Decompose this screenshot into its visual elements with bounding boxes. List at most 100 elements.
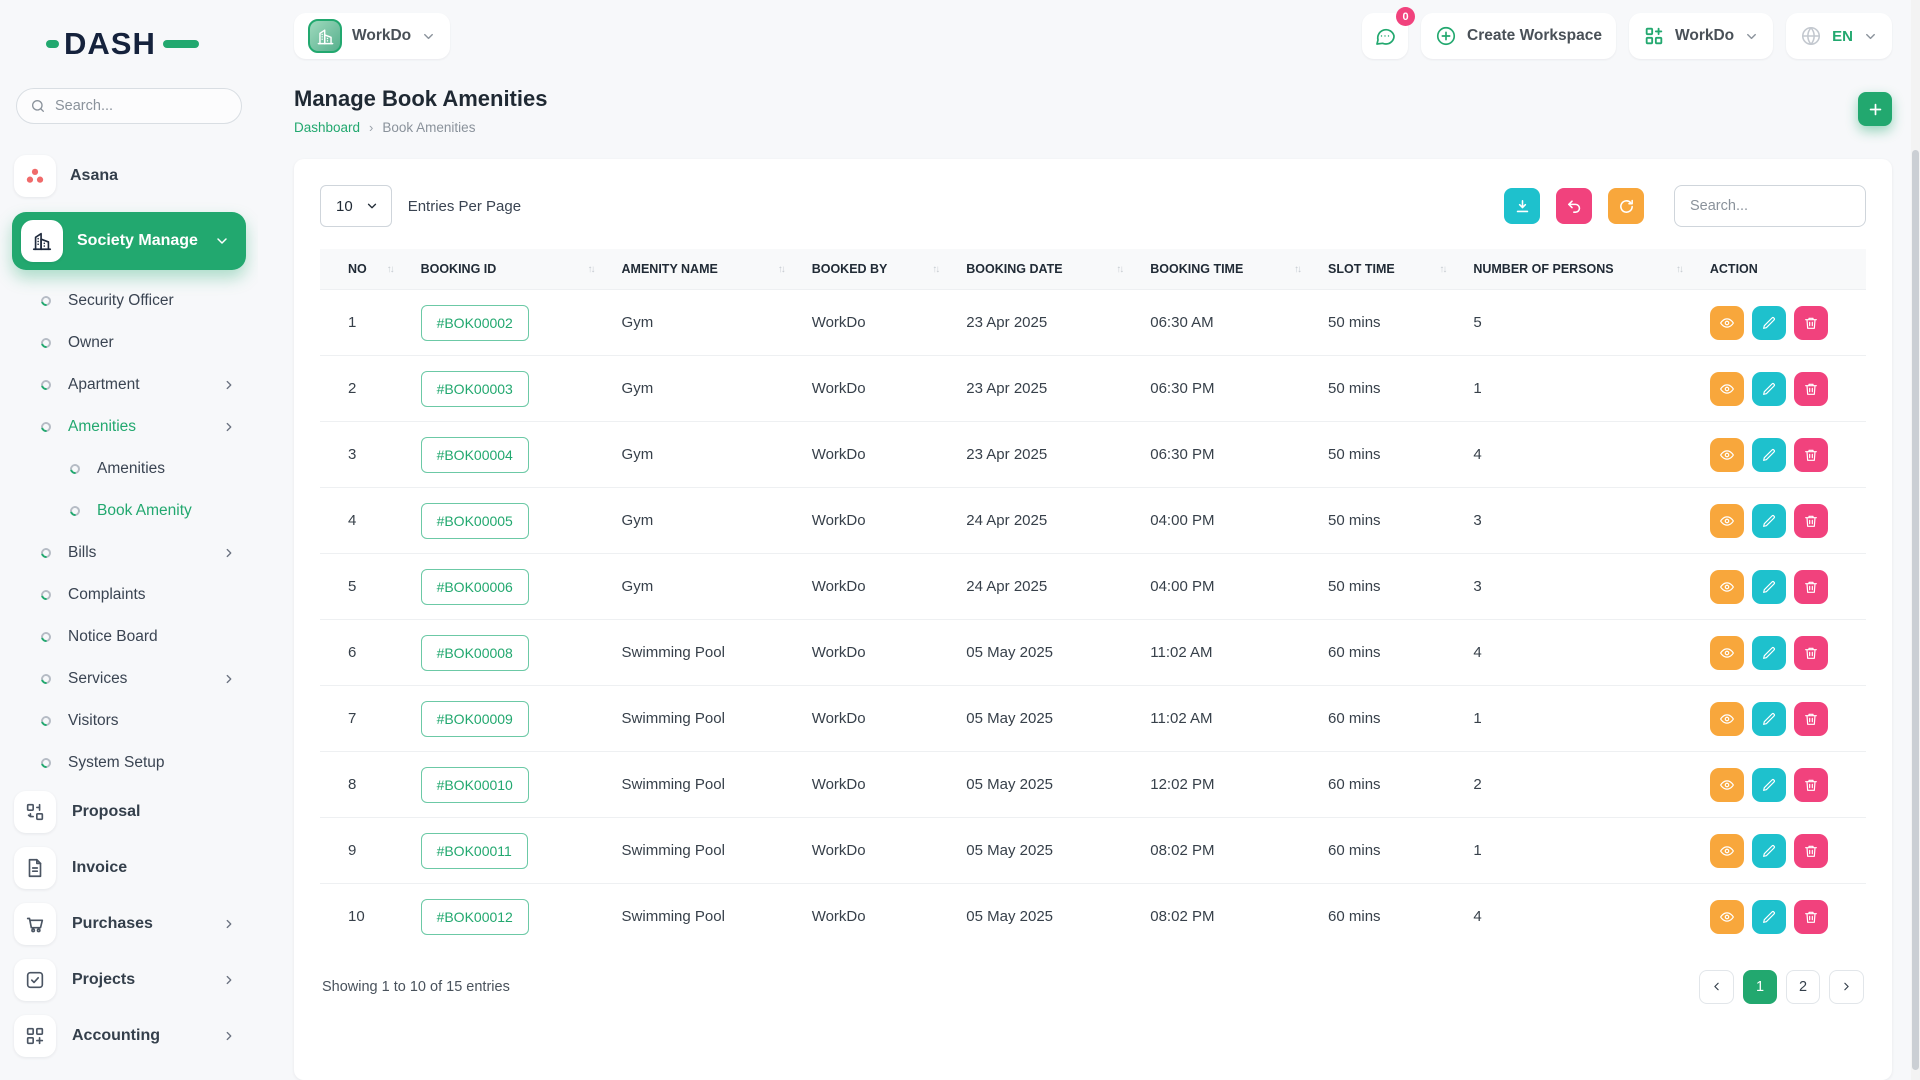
sidebar-search[interactable] xyxy=(16,88,242,124)
workspace-item-society-manage[interactable]: Society Manage xyxy=(12,212,246,270)
pagination-page-1[interactable]: 1 xyxy=(1743,969,1777,1004)
delete-button[interactable] xyxy=(1793,569,1828,604)
sidebar-item-amenities-sub[interactable]: Amenities xyxy=(0,448,258,490)
delete-button[interactable] xyxy=(1793,371,1828,406)
sidebar-item-services[interactable]: Services xyxy=(0,658,258,700)
pagination-next-button[interactable] xyxy=(1829,969,1864,1004)
column-header-no[interactable]: NO ↑↓ xyxy=(320,249,407,290)
view-button[interactable] xyxy=(1709,767,1744,802)
scrollbar-thumb[interactable] xyxy=(1912,150,1919,1070)
sidebar-item-owner[interactable]: Owner xyxy=(0,322,258,364)
edit-button[interactable] xyxy=(1751,437,1786,472)
view-button[interactable] xyxy=(1709,635,1744,670)
sidebar-search-input[interactable] xyxy=(55,98,228,114)
pagination-prev-button[interactable] xyxy=(1699,969,1734,1004)
pagination-page-2[interactable]: 2 xyxy=(1786,969,1820,1004)
breadcrumb-dashboard-link[interactable]: Dashboard xyxy=(294,120,360,135)
column-header-booked-by[interactable]: BOOKED BY ↑↓ xyxy=(797,249,953,290)
page-scrollbar[interactable] xyxy=(1911,0,1920,1080)
sidebar-item-invoice[interactable]: Invoice xyxy=(0,840,258,896)
delete-button[interactable] xyxy=(1793,437,1828,472)
chevron-down-icon xyxy=(421,29,436,44)
sidebar-item-purchases[interactable]: Purchases xyxy=(0,896,258,952)
delete-button[interactable] xyxy=(1793,503,1828,538)
cell-no: 5 xyxy=(320,553,407,620)
language-selector[interactable]: EN xyxy=(1786,13,1892,59)
cell-no: 4 xyxy=(320,487,407,554)
sidebar-item-apartment[interactable]: Apartment xyxy=(0,364,258,406)
page-title: Manage Book Amenities xyxy=(294,86,548,111)
sidebar-item-projects[interactable]: Projects xyxy=(0,952,258,1008)
sidebar-item-bills[interactable]: Bills xyxy=(0,532,258,574)
view-button[interactable] xyxy=(1709,569,1744,604)
edit-button[interactable] xyxy=(1751,833,1786,868)
table-header-row: NO ↑↓ BOOKING ID ↑↓ AMENITY NAME ↑↓ BOOKED BY ↑… xyxy=(320,249,1866,290)
edit-button[interactable] xyxy=(1751,767,1786,802)
sidebar-item-accounting[interactable]: Accounting xyxy=(0,1008,258,1064)
sort-icon[interactable]: ↑↓ xyxy=(932,264,940,275)
view-button[interactable] xyxy=(1709,305,1744,340)
sort-icon[interactable]: ↑↓ xyxy=(778,264,786,275)
workspace-item-asana[interactable]: Asana xyxy=(0,148,258,204)
column-header-booking-id[interactable]: BOOKING ID ↑↓ xyxy=(406,249,608,290)
delete-button[interactable] xyxy=(1793,767,1828,802)
sidebar-item-security-officer[interactable]: Security Officer xyxy=(0,280,258,322)
sort-icon[interactable]: ↑↓ xyxy=(1116,264,1124,275)
column-header-action[interactable]: ACTION xyxy=(1695,249,1866,290)
table-row: 1 #BOK00002 Gym WorkDo 23 Apr 2025 06:30 AM 50… xyxy=(320,289,1866,356)
edit-button[interactable] xyxy=(1751,503,1786,538)
column-header-slot-time[interactable]: SLOT TIME ↑↓ xyxy=(1314,249,1460,290)
pagination: 12 xyxy=(1699,969,1864,1004)
add-booking-button[interactable] xyxy=(1858,92,1892,126)
workdo-menu-button[interactable]: WorkDo xyxy=(1629,13,1774,59)
edit-button[interactable] xyxy=(1751,371,1786,406)
view-button[interactable] xyxy=(1709,503,1744,538)
create-workspace-button[interactable]: Create Workspace xyxy=(1421,13,1617,59)
app-logo[interactable]: DASH xyxy=(0,16,258,74)
sidebar-item-notice-board[interactable]: Notice Board xyxy=(0,616,258,658)
sort-icon[interactable]: ↑↓ xyxy=(1676,264,1684,275)
edit-button[interactable] xyxy=(1751,899,1786,934)
view-button[interactable] xyxy=(1709,371,1744,406)
sidebar-item-visitors[interactable]: Visitors xyxy=(0,700,258,742)
sort-icon[interactable]: ↑↓ xyxy=(1294,264,1302,275)
refresh-button[interactable] xyxy=(1608,188,1644,224)
column-header-number-of-persons[interactable]: NUMBER OF PERSONS ↑↓ xyxy=(1459,249,1696,290)
sort-icon[interactable]: ↑↓ xyxy=(387,264,395,275)
edit-button[interactable] xyxy=(1751,635,1786,670)
reset-undo-button[interactable] xyxy=(1556,188,1592,224)
sidebar-item-amenities[interactable]: Amenities xyxy=(0,406,258,448)
view-button[interactable] xyxy=(1709,437,1744,472)
edit-button[interactable] xyxy=(1751,569,1786,604)
delete-button[interactable] xyxy=(1793,635,1828,670)
delete-button[interactable] xyxy=(1793,701,1828,736)
workspace-switcher[interactable]: WorkDo xyxy=(294,13,451,59)
delete-button[interactable] xyxy=(1793,899,1828,934)
view-button[interactable] xyxy=(1709,701,1744,736)
sort-icon[interactable]: ↑↓ xyxy=(588,264,596,275)
column-header-booking-date[interactable]: BOOKING DATE ↑↓ xyxy=(952,249,1137,290)
sidebar-item-book-amenity-sub[interactable]: Book Amenity xyxy=(0,490,258,532)
delete-button[interactable] xyxy=(1793,833,1828,868)
entries-per-page-select[interactable]: 10 xyxy=(320,185,392,227)
column-header-label: BOOKING TIME xyxy=(1150,262,1244,276)
messages-button[interactable]: 0 xyxy=(1362,7,1416,59)
edit-button[interactable] xyxy=(1751,701,1786,736)
column-header-amenity-name[interactable]: AMENITY NAME ↑↓ xyxy=(607,249,798,290)
sort-icon[interactable]: ↑↓ xyxy=(1439,264,1447,275)
cell-no: 2 xyxy=(320,355,407,422)
edit-button[interactable] xyxy=(1751,305,1786,340)
booking-id-badge: #BOK00008 xyxy=(420,634,529,671)
column-header-booking-time[interactable]: BOOKING TIME ↑↓ xyxy=(1136,249,1315,290)
view-button[interactable] xyxy=(1709,899,1744,934)
cell-number-of-persons: 3 xyxy=(1459,553,1696,620)
export-download-button[interactable] xyxy=(1504,188,1540,224)
sidebar-item-system-setup[interactable]: System Setup xyxy=(0,742,258,784)
view-button[interactable] xyxy=(1709,833,1744,868)
booking-id-badge: #BOK00012 xyxy=(420,898,529,935)
cell-no: 9 xyxy=(320,817,407,884)
delete-button[interactable] xyxy=(1793,305,1828,340)
sidebar-item-proposal[interactable]: Proposal xyxy=(0,784,258,840)
sidebar-item-complaints[interactable]: Complaints xyxy=(0,574,258,616)
table-search-input[interactable] xyxy=(1674,185,1866,227)
